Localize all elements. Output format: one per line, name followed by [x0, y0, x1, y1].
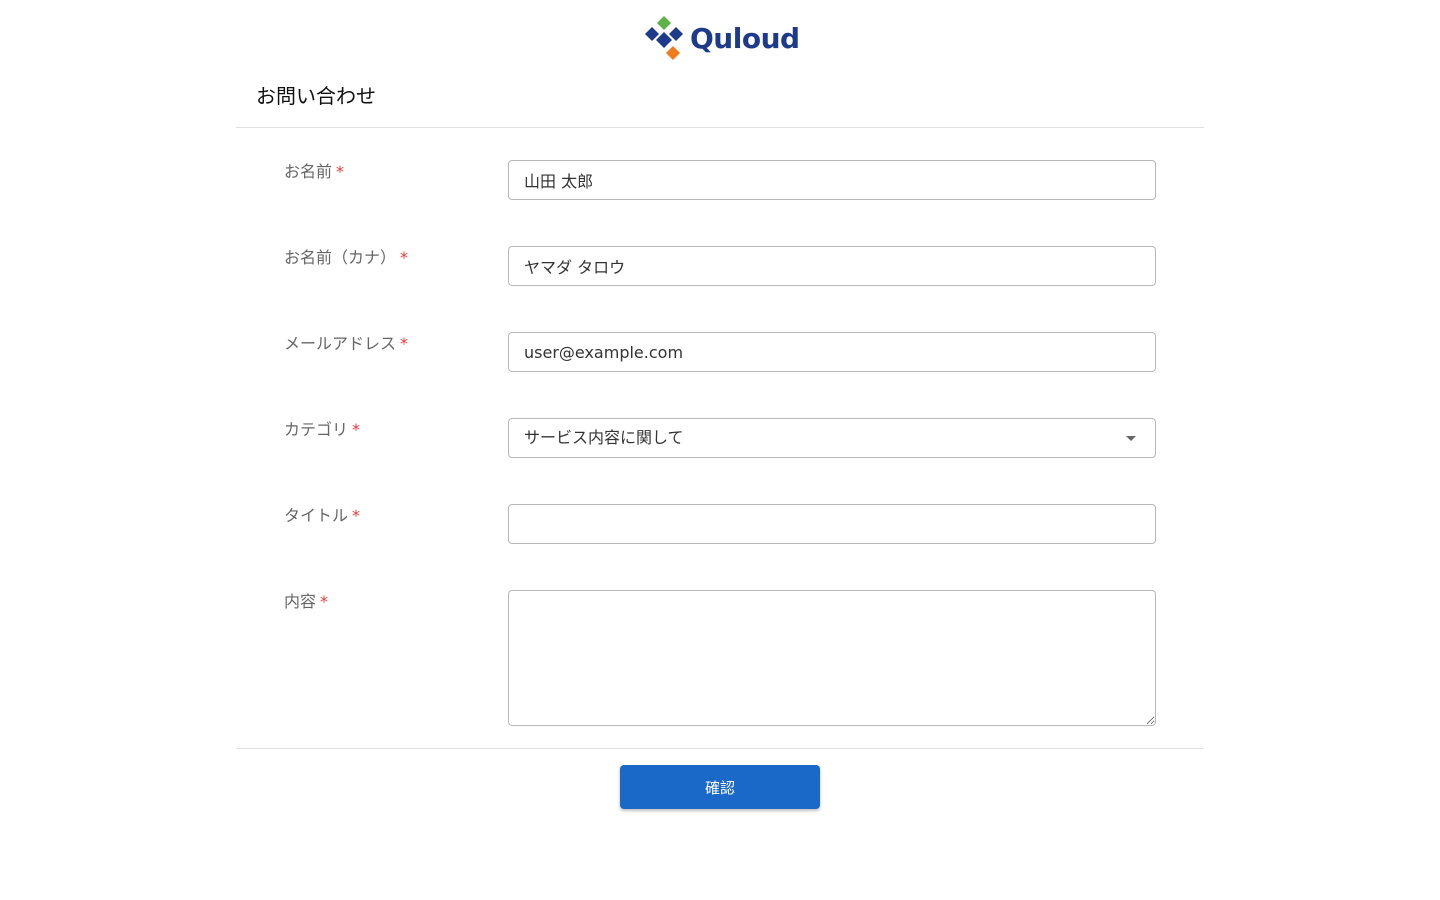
- title-input[interactable]: [508, 504, 1156, 544]
- kana-label: お名前（カナ） *: [284, 248, 409, 267]
- email-input[interactable]: [508, 332, 1156, 372]
- header-divider: [236, 127, 1204, 128]
- required-mark: *: [336, 162, 345, 181]
- category-label: カテゴリ *: [284, 420, 361, 439]
- category-selected-value: サービス内容に関して: [524, 428, 684, 447]
- required-mark: *: [320, 592, 329, 611]
- email-label: メールアドレス *: [284, 334, 409, 353]
- footer-divider: [236, 748, 1204, 749]
- actions: 確認: [620, 765, 820, 809]
- caret-down-icon: [1126, 435, 1136, 441]
- kana-input[interactable]: [508, 246, 1156, 286]
- contact-form-card: お問い合わせ お名前* お名前（カナ）* メールアドレス* カテゴリ* サービス…: [236, 72, 1204, 832]
- brand-logo[interactable]: Quloud: [645, 16, 800, 62]
- required-mark: *: [400, 248, 409, 267]
- name-label: お名前 *: [284, 162, 345, 181]
- page-title: お問い合わせ: [256, 84, 376, 108]
- content-textarea[interactable]: [508, 590, 1156, 726]
- required-mark: *: [352, 506, 361, 525]
- required-mark: *: [400, 334, 409, 353]
- diamond-cluster-logo-icon: [645, 16, 683, 60]
- category-select[interactable]: サービス内容に関して: [508, 418, 1156, 458]
- content-label: 内容 *: [284, 592, 329, 611]
- title-label: タイトル *: [284, 506, 361, 525]
- name-input[interactable]: [508, 160, 1156, 200]
- confirm-button[interactable]: 確認: [620, 765, 820, 809]
- header: Quloud: [0, 0, 1440, 72]
- required-mark: *: [352, 420, 361, 439]
- brand-name: Quloud: [690, 22, 800, 55]
